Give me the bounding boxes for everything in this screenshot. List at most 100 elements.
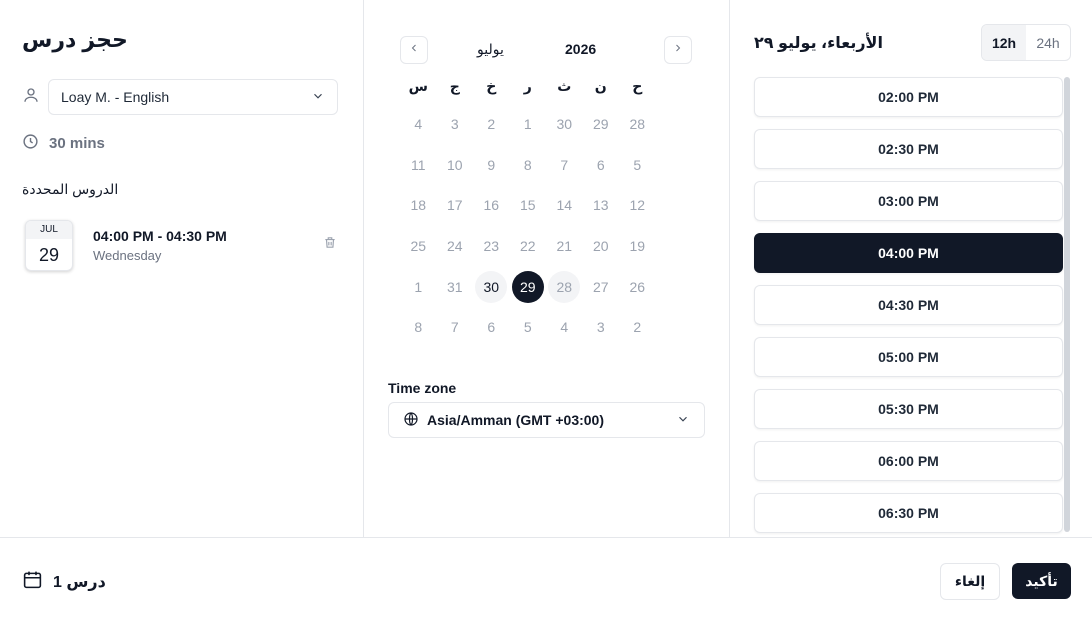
calendar-day[interactable]: 28 bbox=[619, 104, 656, 145]
calendar-day[interactable]: 27 bbox=[583, 266, 620, 307]
calendar-day[interactable]: 13 bbox=[583, 185, 620, 226]
calendar-month: يوليو bbox=[477, 41, 504, 57]
time-slot[interactable]: 05:00 PM bbox=[754, 337, 1063, 377]
calendar-day[interactable]: 7 bbox=[437, 307, 474, 348]
weekday-header: ر bbox=[523, 77, 532, 94]
calendar-day[interactable]: 4 bbox=[400, 104, 437, 145]
calendar-day[interactable]: 5 bbox=[619, 145, 656, 186]
time-slot[interactable]: 06:00 PM bbox=[754, 441, 1063, 481]
format-12h-button[interactable]: 12h bbox=[982, 25, 1026, 60]
confirm-button[interactable]: تأكيد bbox=[1012, 563, 1071, 599]
calendar-year: 2026 bbox=[565, 41, 597, 57]
calendar-day-number: 29 bbox=[511, 270, 544, 303]
calendar-day[interactable]: 12 bbox=[619, 185, 656, 226]
calendar-day-number: 26 bbox=[629, 278, 646, 295]
timezone-select[interactable]: Asia/Amman (GMT +03:00) bbox=[388, 402, 705, 438]
calendar-day[interactable]: 17 bbox=[437, 185, 474, 226]
time-slot[interactable]: 03:00 PM bbox=[754, 181, 1063, 221]
lesson-info: 04:00 PM - 04:30 PM Wednesday bbox=[93, 228, 227, 263]
calendar-day[interactable]: 6 bbox=[583, 145, 620, 186]
time-slot[interactable]: 06:30 PM bbox=[754, 493, 1063, 533]
trash-icon[interactable] bbox=[323, 235, 337, 255]
calendar-day[interactable]: 14 bbox=[546, 185, 583, 226]
calendar-day-number: 7 bbox=[450, 319, 459, 336]
time-slot[interactable]: 02:00 PM bbox=[754, 77, 1063, 117]
booking-summary-panel: حجز درس Loay M. - English 30 mins الدروس… bbox=[0, 0, 364, 537]
calendar-day[interactable]: 2 bbox=[619, 307, 656, 348]
cancel-button[interactable]: إلغاء bbox=[940, 563, 1000, 600]
calendar-day-number: 23 bbox=[483, 238, 500, 255]
time-slot[interactable]: 02:30 PM bbox=[754, 129, 1063, 169]
weekday-header: س bbox=[408, 77, 428, 94]
calendar-day[interactable]: 30 bbox=[473, 266, 510, 307]
calendar-day[interactable]: 2 bbox=[473, 104, 510, 145]
calendar-day-number: 30 bbox=[556, 116, 573, 133]
calendar-day-number: 16 bbox=[483, 197, 500, 214]
teacher-select[interactable]: Loay M. - English bbox=[48, 79, 338, 115]
calendar-day[interactable]: 18 bbox=[400, 185, 437, 226]
lesson-time: 04:00 PM - 04:30 PM bbox=[93, 227, 227, 244]
calendar-day[interactable]: 26 bbox=[619, 266, 656, 307]
calendar-day[interactable]: 1 bbox=[510, 104, 547, 145]
calendar-day-number: 6 bbox=[596, 156, 605, 173]
calendar-day[interactable]: 15 bbox=[510, 185, 547, 226]
lesson-date-chip: JUL 29 bbox=[25, 219, 73, 271]
calendar-day-number: 2 bbox=[487, 116, 496, 133]
calendar-day-number: 18 bbox=[410, 197, 427, 214]
time-slot[interactable]: 05:30 PM bbox=[754, 389, 1063, 429]
calendar-day[interactable]: 25 bbox=[400, 226, 437, 267]
calendar-day[interactable]: 8 bbox=[510, 145, 547, 186]
time-slot[interactable]: 04:30 PM bbox=[754, 285, 1063, 325]
calendar-day[interactable]: 10 bbox=[437, 145, 474, 186]
format-24h-button[interactable]: 24h bbox=[1026, 25, 1070, 60]
calendar-day[interactable]: 29 bbox=[583, 104, 620, 145]
calendar-day[interactable]: 6 bbox=[473, 307, 510, 348]
timezone-label: Time zone bbox=[388, 380, 457, 396]
calendar-day-number: 24 bbox=[446, 238, 463, 255]
calendar-day[interactable]: 9 bbox=[473, 145, 510, 186]
time-slots-panel: الأربعاء، يوليو ٢٩ 12h 24h 02:00 PM 02:30… bbox=[730, 0, 1092, 537]
lesson-count: درس 1 bbox=[22, 569, 106, 595]
chevron-left-icon bbox=[408, 41, 420, 59]
calendar-day[interactable]: 20 bbox=[583, 226, 620, 267]
calendar-day[interactable]: 8 bbox=[400, 307, 437, 348]
calendar-day[interactable]: 22 bbox=[510, 226, 547, 267]
calendar-day[interactable]: 3 bbox=[437, 104, 474, 145]
calendar-header: يوليو 2026 bbox=[400, 36, 692, 64]
calendar-day[interactable]: 4 bbox=[546, 307, 583, 348]
calendar-day-number: 5 bbox=[633, 156, 642, 173]
calendar-day[interactable]: 19 bbox=[619, 226, 656, 267]
calendar-day-number: 1 bbox=[523, 116, 532, 133]
calendar-day[interactable]: 28 bbox=[546, 266, 583, 307]
lesson-weekday: Wednesday bbox=[93, 247, 162, 263]
calendar-day[interactable]: 7 bbox=[546, 145, 583, 186]
calendar-day[interactable]: 11 bbox=[400, 145, 437, 186]
calendar-day[interactable]: 5 bbox=[510, 307, 547, 348]
lesson-date-month: JUL bbox=[26, 220, 72, 239]
calendar-day-number: 15 bbox=[519, 197, 536, 214]
calendar-day-number: 11 bbox=[410, 156, 426, 173]
calendar-day[interactable]: 3 bbox=[583, 307, 620, 348]
calendar-day-number: 20 bbox=[592, 238, 609, 255]
calendar-day-number: 5 bbox=[523, 319, 532, 336]
calendar-day[interactable]: 24 bbox=[437, 226, 474, 267]
time-slot-selected[interactable]: 04:00 PM bbox=[754, 233, 1063, 273]
calendar-day[interactable]: 31 bbox=[437, 266, 474, 307]
calendar-day[interactable]: 21 bbox=[546, 226, 583, 267]
calendar-day[interactable]: 30 bbox=[546, 104, 583, 145]
prev-month-button[interactable] bbox=[400, 36, 428, 64]
calendar-day-number: 29 bbox=[592, 116, 609, 133]
grid-spacer bbox=[656, 104, 693, 145]
calendar-day[interactable]: 16 bbox=[473, 185, 510, 226]
teacher-row: Loay M. - English bbox=[22, 79, 338, 115]
calendar-day-number: 30 bbox=[475, 270, 508, 303]
calendar-day-number: 9 bbox=[487, 156, 496, 173]
calendar-day[interactable]: 1 bbox=[400, 266, 437, 307]
next-month-button[interactable] bbox=[664, 36, 692, 64]
calendar-day-selected[interactable]: 29 bbox=[510, 266, 547, 307]
calendar-day[interactable]: 23 bbox=[473, 226, 510, 267]
grid-spacer bbox=[656, 145, 693, 186]
calendar-day-number: 4 bbox=[560, 319, 569, 336]
calendar-day-number: 28 bbox=[629, 116, 646, 133]
slots-scrollbar[interactable] bbox=[1064, 77, 1070, 532]
